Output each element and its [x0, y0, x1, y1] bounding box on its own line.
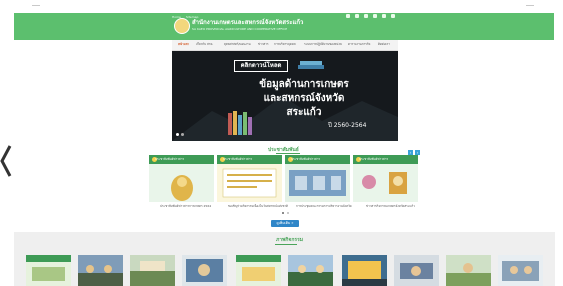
pr-card[interactable]: ประชาสัมพันธ์ข่าวสาร [285, 155, 350, 202]
pager-dot[interactable] [287, 212, 289, 214]
activity-thumbnail[interactable] [498, 255, 543, 286]
nav-operation[interactable]: ระบบการปฏิบัติงานของหน่วย [304, 42, 342, 47]
activity-thumbnail[interactable] [394, 255, 439, 286]
youtube-icon[interactable] [355, 14, 359, 18]
pager-dot[interactable] [282, 212, 284, 214]
office-subtitle: SA KAEO PROVINCIAL AGRICULTURE AND COOPE… [192, 27, 288, 31]
hero-banner[interactable]: คลิกดาวน์โหลด ข้อมูลด้านการเกษตร และสหกร… [172, 51, 398, 141]
office-logo[interactable] [174, 18, 190, 34]
banner-year: ปี 2560-2564 [328, 122, 367, 129]
mail-icon[interactable] [373, 14, 377, 18]
card-image [149, 164, 214, 202]
card-image [285, 164, 350, 202]
pr-card[interactable]: ประชาสัมพันธ์ข่าวสาร [217, 155, 282, 202]
book-icon [228, 113, 232, 135]
banner-headline-2: และสหกรณ์จังหวัด [263, 93, 345, 104]
book-icon [238, 115, 242, 135]
book-icon [298, 65, 324, 69]
banner-headline-3: สระแก้ว [286, 107, 322, 118]
nav-contact[interactable]: ติดต่อเรา [378, 42, 390, 47]
nav-news[interactable]: ข่าวสาร [258, 42, 269, 47]
activity-thumbnail[interactable] [342, 255, 387, 286]
section-underline [275, 244, 297, 245]
browser-top-strip [0, 0, 563, 10]
slide-dot[interactable] [176, 133, 179, 136]
facebook-icon[interactable] [346, 14, 350, 18]
activity-thumbnail[interactable] [182, 255, 227, 286]
card-ribbon-text: ประชาสัมพันธ์ข่าวสาร [155, 157, 185, 161]
chevron-left-icon[interactable] [0, 144, 14, 178]
phone-icon[interactable] [382, 14, 386, 18]
pr-card[interactable]: ประชาสัมพันธ์ข่าวสาร [149, 155, 214, 202]
card-image [217, 164, 282, 202]
see-more-button[interactable]: ดูเพิ่มเติม » [271, 220, 299, 227]
office-title: สำนักงานเกษตรและสหกรณ์จังหวัดสระแก้ว [192, 19, 304, 26]
top-divider [32, 5, 40, 6]
activity-thumbnail[interactable] [78, 255, 123, 286]
section-underline [276, 153, 300, 154]
card-caption[interactable]: ข่าวสารกิจกรรมเกษตรจังหวัดสระแก้ว [366, 204, 415, 209]
nav-about[interactable]: เกี่ยวกับ สกจ. [196, 42, 213, 47]
nav-calendar[interactable]: ตารางงานภารกิจ [348, 42, 370, 47]
activity-thumbnail[interactable] [26, 255, 71, 286]
card-ribbon-text: ประชาสัมพันธ์ข่าวสาร [223, 157, 253, 161]
download-badge[interactable]: คลิกดาวน์โหลด [234, 60, 288, 72]
card-image [353, 164, 418, 202]
card-caption[interactable]: ขอเชิญร่วมกิจกรรมเนื่องในวันสหกรณ์แห่งชา… [228, 204, 288, 209]
activity-thumbnail[interactable] [130, 255, 175, 286]
rss-icon[interactable] [364, 14, 368, 18]
activity-thumbnail[interactable] [288, 255, 333, 286]
banner-headline-1: ข้อมูลด้านการเกษตร [259, 79, 349, 90]
card-caption[interactable]: ประชาสัมพันธ์ข่าวสารการเกษตร 2564 [160, 204, 211, 209]
activity-thumbnail[interactable] [236, 255, 281, 286]
top-divider [526, 5, 534, 6]
pr-card[interactable]: ประชาสัมพันธ์ข่าวสาร [353, 155, 418, 202]
card-ribbon-text: ประชาสัมพันธ์ข่าวสาร [291, 157, 321, 161]
activity-thumbnail[interactable] [446, 255, 491, 286]
slide-dot[interactable] [181, 133, 184, 136]
card-ribbon-text: ประชาสัมพันธ์ข่าวสาร [359, 157, 389, 161]
nav-strategy[interactable]: ยุทธศาสตร์/แผนงาน [224, 42, 251, 47]
nav-home[interactable]: หน้าแรก [178, 42, 189, 47]
search-icon[interactable] [391, 14, 395, 18]
card-caption[interactable]: การประชุมคณะกรรมการบริหารงานจังหวัด [296, 204, 352, 209]
book-icon [233, 111, 237, 135]
main-nav: หน้าแรก เกี่ยวกับ สกจ. ยุทธศาสตร์/แผนงาน… [172, 40, 398, 51]
nav-hr[interactable]: การบริหารบุคคล [274, 42, 296, 47]
section-title-activity: ภาพกิจกรรม [276, 237, 304, 243]
